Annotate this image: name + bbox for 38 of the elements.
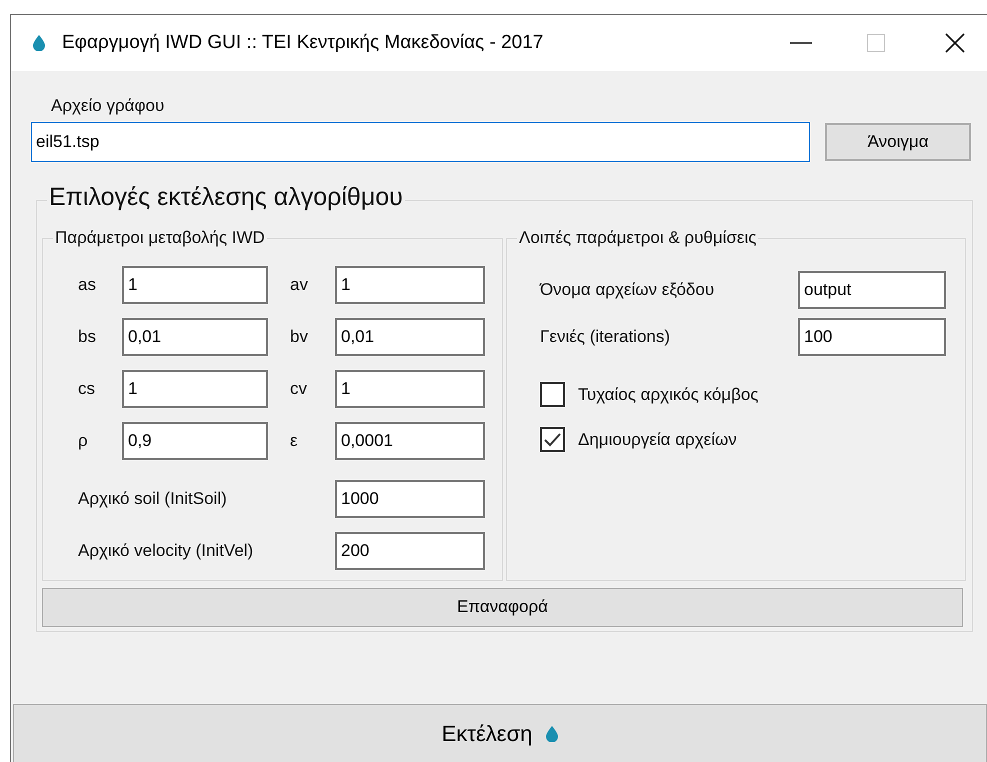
field-label: ρ	[78, 430, 89, 452]
close-icon[interactable]	[945, 33, 965, 53]
checkbox-label: Τυχαίος αρχικός κόμβος	[578, 384, 758, 406]
checkbox[interactable]	[540, 427, 565, 452]
field-label: bv	[290, 326, 309, 348]
field-label: cv	[290, 378, 308, 400]
field-label: cs	[78, 378, 96, 400]
open-button[interactable]: Άνοιγμα	[825, 122, 971, 160]
input-field[interactable]: 0,0001	[335, 422, 485, 460]
input-field[interactable]: output	[798, 270, 946, 308]
field-label: bs	[78, 326, 97, 348]
field-label: Αρχικό soil (InitSoil)	[78, 488, 228, 510]
field-label: ε	[290, 430, 299, 452]
field-label: as	[78, 274, 97, 296]
input-field[interactable]: 1	[122, 266, 268, 304]
input-field[interactable]: 1	[335, 266, 485, 304]
input-field[interactable]: 100	[798, 318, 946, 356]
checkbox[interactable]	[540, 382, 565, 407]
water-drop-icon	[33, 35, 45, 51]
field-label: Γενιές (iterations)	[540, 326, 672, 348]
reset-button[interactable]: Επαναφορά	[42, 588, 963, 626]
input-field[interactable]: 0,01	[335, 318, 485, 356]
field-label: Αρχείο γράφου	[51, 95, 166, 117]
input-field[interactable]: 1	[335, 370, 485, 408]
field-label: av	[290, 274, 309, 296]
water-drop-icon	[546, 726, 558, 742]
input-field[interactable]: 1000	[335, 480, 485, 518]
input-field[interactable]: 0,01	[122, 318, 268, 356]
field-label: Όνομα αρχείων εξόδου	[540, 278, 716, 301]
input-field[interactable]: 200	[335, 532, 485, 570]
field-label: Αρχικό velocity (InitVel)	[78, 540, 254, 562]
input-field[interactable]: 0,9	[122, 422, 268, 460]
input-field[interactable]: 1	[122, 370, 268, 408]
run-button[interactable]: Εκτέλεση	[13, 704, 987, 762]
checkbox-label: Δημιουργεία αρχείων	[578, 429, 737, 451]
check-icon	[544, 432, 561, 447]
window-title: Εφαργμογή IWD GUI :: TEI Κεντρικής Μακεδονίας - 2017	[62, 30, 544, 55]
file-path-field[interactable]: eil51.tsp	[31, 122, 810, 162]
